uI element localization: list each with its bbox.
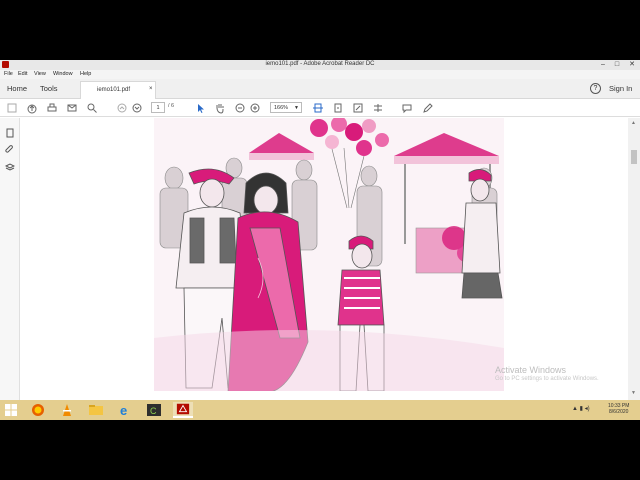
vlc-icon[interactable] [57,402,77,418]
zoom-out-icon[interactable] [234,102,246,114]
rotate-icon[interactable] [332,102,344,114]
internet-explorer-icon[interactable]: e [115,402,135,418]
acrobat-reader-taskbar-icon[interactable] [173,402,193,418]
windows-taskbar: e C ▲ ▮ ◂) 10:33 PM 8/6/2020 [0,400,640,420]
left-sidebar [0,118,20,400]
svg-text:e: e [120,403,127,418]
zoom-level-value: 166% [274,105,289,111]
svg-text:C: C [150,406,157,416]
email-icon[interactable] [66,102,78,114]
close-button[interactable]: ✕ [625,60,639,70]
highlight-pen-icon[interactable] [421,102,433,114]
zoom-in-icon[interactable] [249,102,261,114]
fit-page-icon[interactable] [312,102,324,114]
clock-date: 8/6/2020 [608,409,629,415]
menu-view[interactable]: View [34,71,46,77]
page-total: / 6 [168,103,175,109]
camtasia-icon[interactable]: C [144,402,164,418]
create-pdf-icon[interactable] [6,102,18,114]
scrollbar-thumb[interactable] [631,150,637,164]
tab-document[interactable]: iemo101.pdf × [80,81,156,99]
chevron-down-icon: ▼ [294,105,299,111]
document-tab-label: iemo101.pdf [97,87,131,93]
search-icon[interactable] [86,102,98,114]
firefox-icon[interactable] [28,402,48,418]
page-number-input[interactable]: 1 [151,102,165,113]
menu-bar: File Edit View Window Help [0,70,640,79]
tab-home[interactable]: Home [7,84,27,93]
comment-icon[interactable] [401,102,413,114]
document-view[interactable]: Activate Windows Go to PC settings to ac… [21,118,628,400]
tab-bar: Home Tools iemo101.pdf × ? Sign In [0,79,640,99]
screen: iemo101.pdf - Adobe Acrobat Reader DC – … [0,60,640,420]
sign-in-link[interactable]: Sign In [609,84,632,93]
menu-file[interactable]: File [4,71,13,77]
scroll-down-icon[interactable]: ▼ [631,390,636,396]
fair-illustration [154,118,504,391]
activate-windows-watermark: Activate Windows [495,365,567,375]
next-page-icon[interactable] [131,102,143,114]
title-bar: iemo101.pdf - Adobe Acrobat Reader DC – … [0,60,640,70]
page-thumbnails-icon[interactable] [5,128,15,138]
hand-tool-icon[interactable] [214,102,226,114]
vertical-scrollbar[interactable]: ▲ ▼ [628,118,640,400]
taskbar-clock[interactable]: 10:33 PM 8/6/2020 [608,403,629,415]
system-tray-icons[interactable]: ▲ ▮ ◂) [572,405,590,412]
menu-help[interactable]: Help [80,71,91,77]
window-title: iemo101.pdf - Adobe Acrobat Reader DC [265,61,375,67]
print-icon[interactable] [46,102,58,114]
help-icon[interactable]: ? [590,83,601,94]
scroll-mode-icon[interactable] [372,102,384,114]
scroll-up-icon[interactable]: ▲ [631,120,636,126]
previous-page-icon[interactable] [116,102,128,114]
attachments-icon[interactable] [5,145,15,155]
upload-icon[interactable] [26,102,38,114]
menu-window[interactable]: Window [53,71,73,77]
menu-edit[interactable]: Edit [18,71,27,77]
file-explorer-icon[interactable] [86,402,106,418]
windows-start-icon[interactable] [5,404,17,416]
tab-tools[interactable]: Tools [40,84,58,93]
minimize-button[interactable]: – [596,60,610,70]
toolbar: 1 / 6 166% ▼ [0,99,640,117]
zoom-level-select[interactable]: 166% ▼ [270,102,302,113]
layers-icon[interactable] [4,162,16,172]
select-tool-icon[interactable] [194,102,206,114]
maximize-button[interactable]: □ [610,60,624,70]
full-screen-icon[interactable] [352,102,364,114]
close-tab-icon[interactable]: × [149,86,153,92]
activate-windows-hint: Go to PC settings to activate Windows. [495,376,599,382]
